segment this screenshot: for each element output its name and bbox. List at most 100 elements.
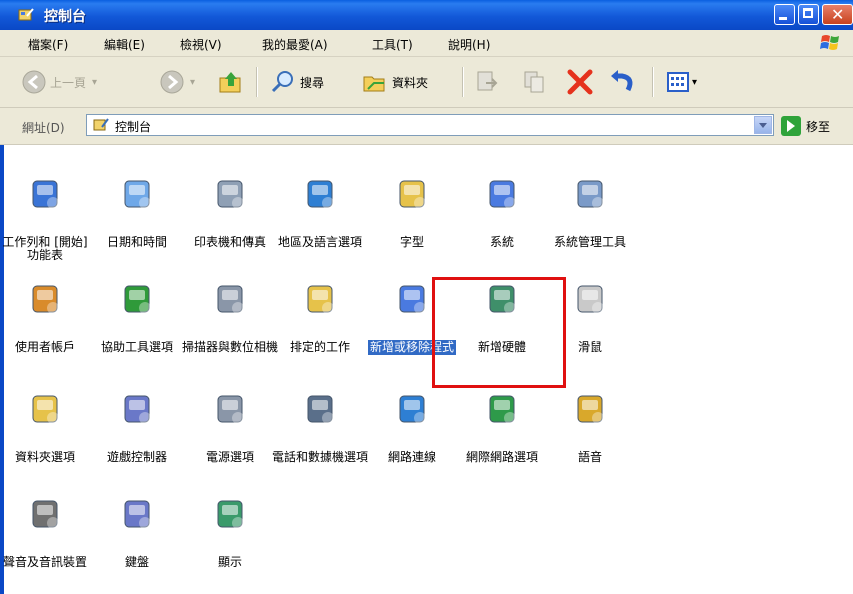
control-panel-item[interactable]: 工作列和 [開始] 功能表 (0, 175, 95, 263)
address-dropdown-button[interactable] (754, 116, 772, 134)
control-panel-item[interactable]: 系統管理工具 (540, 175, 640, 250)
toolbar: 上一頁 ▾ ▾ 搜尋 資料夾 ▾ (0, 57, 853, 108)
speech-icon (570, 390, 610, 430)
address-input[interactable]: 控制台 (86, 114, 774, 136)
item-label: 協助工具選項 (100, 340, 173, 354)
up-folder-button[interactable] (218, 69, 244, 95)
menu-file[interactable]: 檔案(F) (28, 36, 68, 53)
search-button[interactable]: 搜尋 (270, 69, 324, 95)
toolbar-separator (462, 67, 464, 97)
internet-icon (482, 390, 522, 430)
item-label: 聲音及音訊裝置 (2, 555, 87, 569)
delete-button[interactable] (566, 69, 594, 95)
address-value: 控制台 (115, 120, 152, 134)
views-button[interactable]: ▾ (666, 69, 697, 95)
scheduled-tasks-icon (300, 280, 340, 320)
control-panel-item[interactable]: 資料夾選項 (0, 390, 95, 465)
copy-to-button[interactable] (522, 69, 548, 95)
forward-arrow-icon (160, 70, 184, 94)
control-panel-item[interactable]: 語音 (540, 390, 640, 465)
move-to-button[interactable] (474, 69, 500, 95)
item-label: 遊戲控制器 (106, 450, 167, 464)
undo-icon (611, 70, 633, 92)
item-label: 系統 (489, 235, 514, 249)
fonts-folder-icon (392, 175, 432, 215)
window-title: 控制台 (44, 9, 86, 25)
title-bar[interactable]: 控制台 ✕ (0, 0, 853, 30)
control-panel-item[interactable]: 電源選項 (180, 390, 280, 465)
mouse-icon (570, 280, 610, 320)
control-panel-item[interactable]: 聲音及音訊裝置 (0, 495, 95, 570)
menu-favorites[interactable]: 我的最愛(A) (262, 36, 328, 53)
control-panel-item[interactable]: 日期和時間 (87, 175, 187, 250)
clock-icon (117, 175, 157, 215)
item-label: 印表機和傳真 (193, 235, 266, 249)
item-label: 電話和數據機選項 (272, 450, 369, 464)
globe-icon (300, 175, 340, 215)
control-panel-item[interactable]: 鍵盤 (87, 495, 187, 570)
control-panel-item[interactable]: 掃描器與數位相機 (180, 280, 280, 355)
control-panel-item[interactable]: 排定的工作 (270, 280, 370, 355)
keyboard-icon (117, 495, 157, 535)
views-icon (667, 72, 689, 92)
control-panel-item[interactable]: 使用者帳戶 (0, 280, 95, 355)
item-label: 網路連線 (387, 450, 436, 464)
item-label: 工作列和 [開始] 功能表 (2, 235, 88, 262)
admin-tools-icon (570, 175, 610, 215)
close-button[interactable]: ✕ (822, 4, 853, 25)
menu-view[interactable]: 檢視(V) (180, 36, 222, 53)
go-button[interactable]: 移至 (781, 115, 853, 137)
control-panel-item[interactable]: 遊戲控制器 (87, 390, 187, 465)
menu-tools[interactable]: 工具(T) (372, 36, 413, 53)
control-panel-item[interactable]: 網際網路選項 (452, 390, 552, 465)
back-button[interactable]: 上一頁 ▾ (22, 69, 97, 95)
control-panel-item[interactable]: 系統 (452, 175, 552, 250)
address-label: 網址(D) (22, 121, 65, 135)
control-panel-item[interactable]: 地區及語言選項 (270, 175, 370, 250)
highlight-box (432, 277, 566, 388)
gamepad-icon (117, 390, 157, 430)
dropdown-arrow-icon: ▾ (92, 76, 98, 88)
undo-button[interactable] (608, 69, 636, 95)
control-panel-item[interactable]: 顯示 (180, 495, 280, 570)
item-label: 顯示 (217, 555, 242, 569)
printer-icon (210, 175, 250, 215)
network-icon (392, 390, 432, 430)
item-label: 鍵盤 (124, 555, 149, 569)
menu-bar: 檔案(F) 編輯(E) 檢視(V) 我的最愛(A) 工具(T) 說明(H) (0, 30, 853, 57)
control-panel-item[interactable]: 印表機和傳真 (180, 175, 280, 250)
power-icon (210, 390, 250, 430)
menu-help[interactable]: 說明(H) (448, 36, 490, 53)
item-label: 語音 (577, 450, 602, 464)
scanner-icon (210, 280, 250, 320)
forward-button[interactable]: ▾ (160, 69, 195, 95)
phone-icon (300, 390, 340, 430)
folders-button[interactable]: 資料夾 (362, 69, 428, 95)
item-label: 地區及語言選項 (277, 235, 362, 249)
address-bar: 網址(D) 控制台 移至 (0, 108, 853, 145)
menu-edit[interactable]: 編輯(E) (104, 36, 145, 53)
copy-to-icon (524, 71, 544, 93)
control-panel-item[interactable]: 協助工具選項 (87, 280, 187, 355)
item-label: 網際網路選項 (465, 450, 538, 464)
close-icon: ✕ (831, 5, 845, 24)
taskbar-icon (25, 175, 65, 215)
system-icon (482, 175, 522, 215)
toolbar-separator (256, 67, 258, 97)
maximize-button[interactable] (798, 4, 819, 25)
item-label: 滑鼠 (577, 340, 602, 354)
item-label: 電源選項 (205, 450, 254, 464)
item-label: 字型 (399, 235, 424, 249)
control-panel-icon (18, 8, 34, 21)
minimize-button[interactable] (774, 4, 795, 25)
delete-icon (567, 69, 593, 95)
go-arrow-icon (781, 116, 801, 136)
move-to-icon (477, 71, 498, 91)
control-panel-item[interactable]: 網路連線 (362, 390, 462, 465)
control-panel-item[interactable]: 字型 (362, 175, 462, 250)
toolbar-separator (652, 67, 654, 97)
windows-logo-icon (820, 35, 839, 50)
control-panel-content: 工作列和 [開始] 功能表 日期和時間 印表機和傳真 地區及語言選項 字型 系統 系統管理工… (0, 145, 853, 594)
control-panel-item[interactable]: 電話和數據機選項 (270, 390, 370, 465)
display-icon (210, 495, 250, 535)
